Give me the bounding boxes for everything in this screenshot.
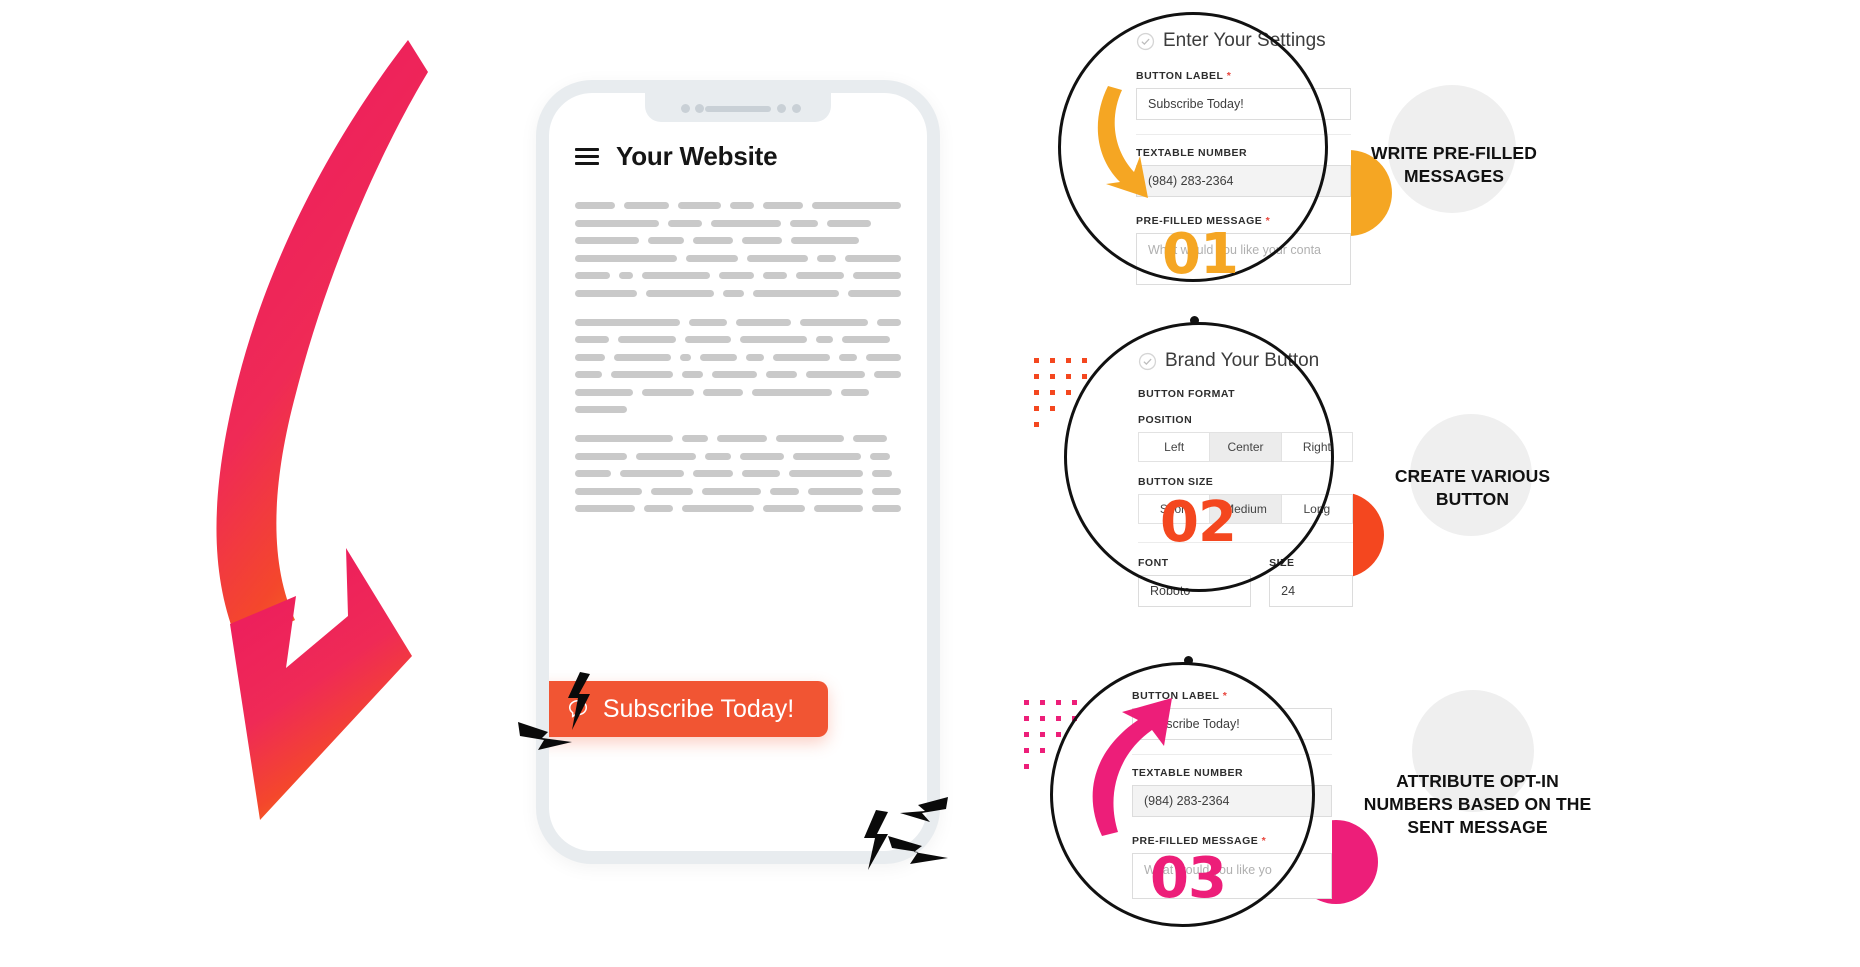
step-02-caption: CREATE VARIOUS BUTTON bbox=[1394, 466, 1551, 510]
step-01-caption: WRITE PRE-FILLED MESSAGES bbox=[1371, 143, 1537, 187]
skeleton-paragraph bbox=[575, 318, 902, 413]
flow-arrow-graphic bbox=[216, 40, 428, 820]
infographic-canvas: Your Website Subscribe Today! Enter Your… bbox=[0, 0, 1860, 967]
hamburger-icon[interactable] bbox=[575, 148, 599, 165]
step-03-number: 03 bbox=[1150, 846, 1227, 911]
phone-screen: Your Website Subscribe Today! bbox=[549, 93, 927, 851]
lightning-bolt-icon bbox=[900, 797, 948, 822]
lightning-bolt-icon bbox=[864, 810, 888, 870]
step-01-number: 01 bbox=[1162, 222, 1239, 287]
lightning-bolt-icon bbox=[888, 836, 948, 864]
lightning-bolt-icon bbox=[518, 722, 572, 750]
page-title: Your Website bbox=[616, 141, 778, 171]
step-02-number: 02 bbox=[1160, 490, 1237, 555]
step-01-pointer-arrow bbox=[1097, 86, 1148, 198]
skeleton-paragraph bbox=[575, 202, 902, 297]
subscribe-button-label: Subscribe Today! bbox=[602, 694, 795, 723]
phone-mockup: Your Website Subscribe Today! bbox=[536, 80, 940, 864]
step-03-pointer-arrow bbox=[1092, 698, 1172, 836]
step-03-caption: ATTRIBUTE OPT-IN NUMBERS BASED ON THE SE… bbox=[1363, 771, 1592, 838]
skeleton-paragraph bbox=[575, 435, 901, 512]
website-header: Your Website bbox=[575, 141, 901, 172]
size-input[interactable]: 24 bbox=[1269, 575, 1353, 607]
